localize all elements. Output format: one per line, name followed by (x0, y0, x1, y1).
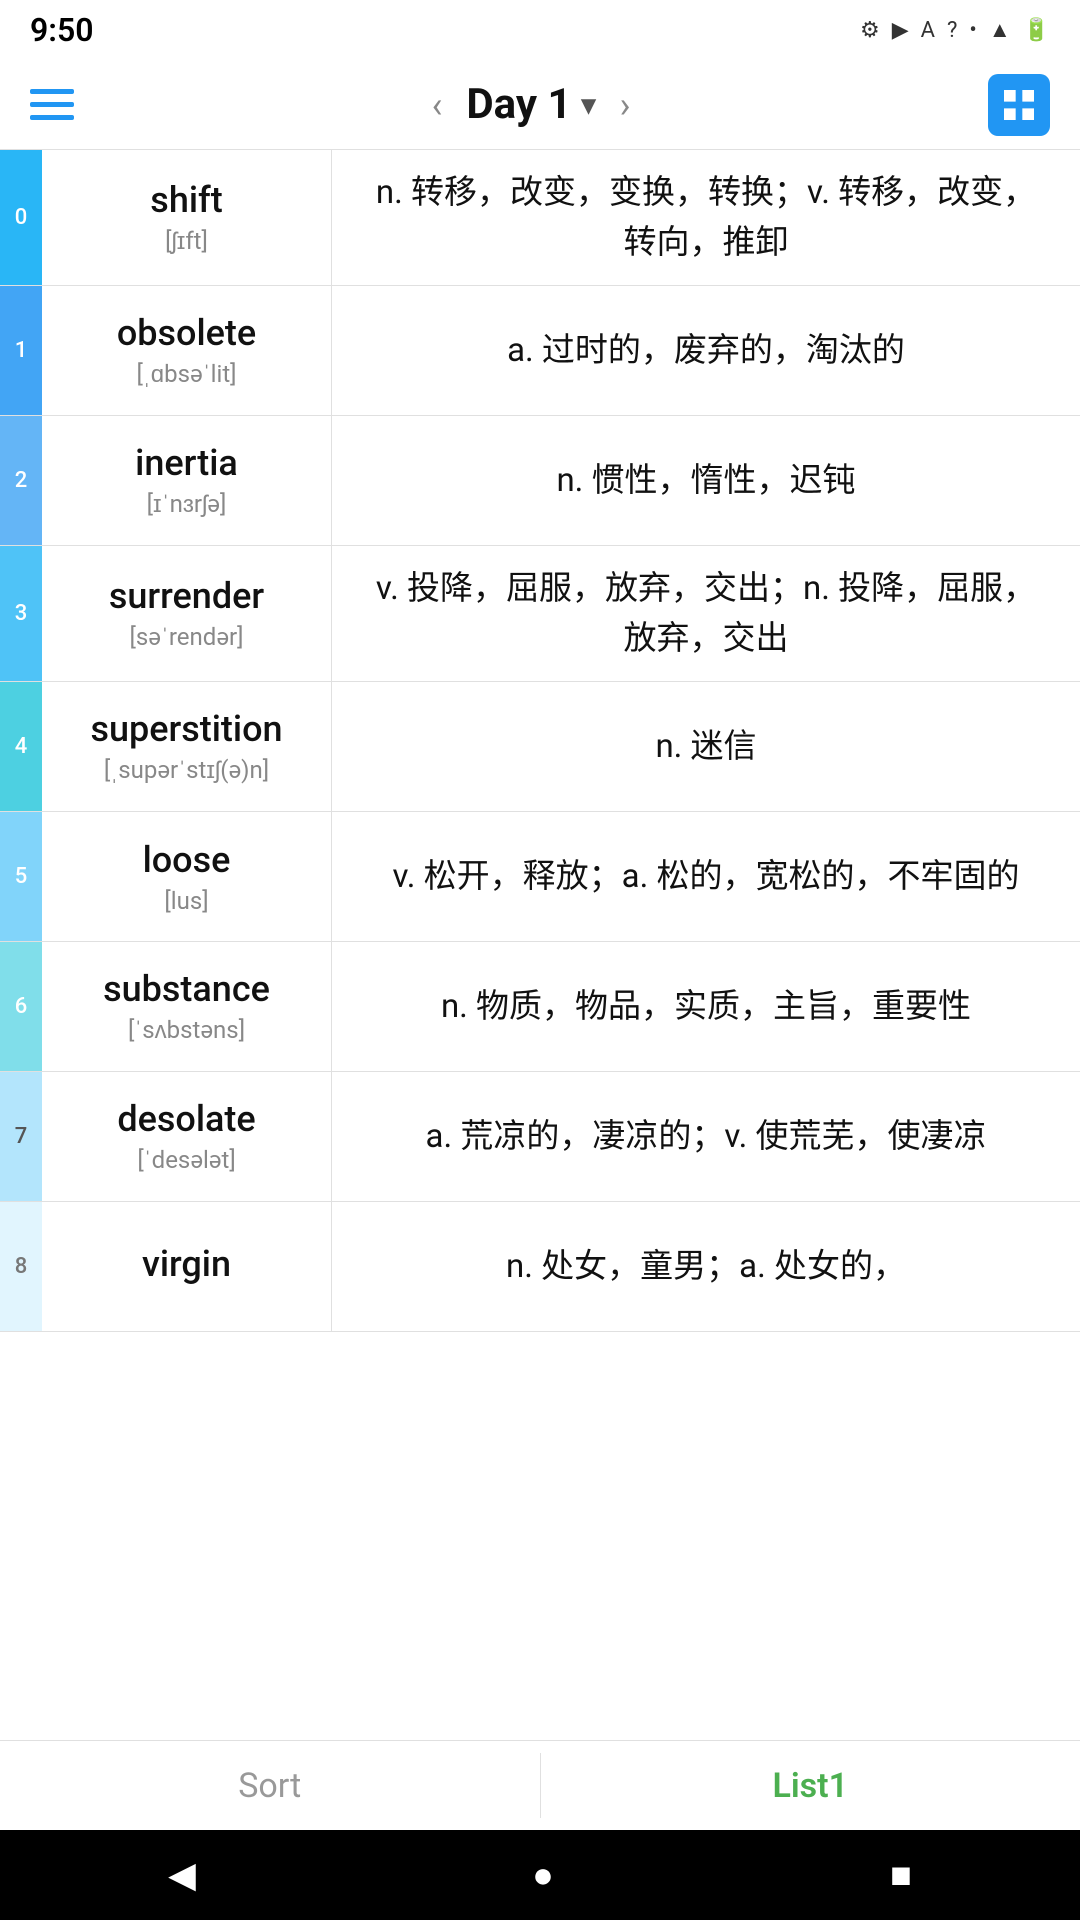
word-definition: n. 迷信 (332, 682, 1080, 811)
menu-line-2 (30, 102, 74, 107)
android-back-button[interactable]: ◀ (168, 1854, 196, 1896)
word-cell: loose [lus] (42, 812, 332, 941)
word-english: virgin (142, 1243, 231, 1285)
word-definition: v. 松开，释放；a. 松的，宽松的，不牢固的 (332, 812, 1080, 941)
word-cell: substance [ˈsʌbstəns] (42, 942, 332, 1071)
battery-icon: 🔋 (1023, 18, 1050, 43)
word-definition: n. 转移，改变，变换，转换；v. 转移，改变，转向，推卸 (332, 150, 1080, 285)
word-index: 5 (0, 812, 42, 941)
word-cell: desolate [ˈdesələt] (42, 1072, 332, 1201)
word-row[interactable]: 7 desolate [ˈdesələt] a. 荒凉的，凄凉的；v. 使荒芜，使凄凉 (0, 1072, 1080, 1202)
menu-button[interactable] (30, 89, 74, 120)
word-index: 6 (0, 942, 42, 1071)
word-definition: a. 荒凉的，凄凉的；v. 使荒芜，使凄凉 (332, 1072, 1080, 1201)
word-index: 4 (0, 682, 42, 811)
signal-icon: ▲ (989, 17, 1011, 43)
word-index: 8 (0, 1202, 42, 1331)
help-icon: ? (947, 18, 957, 43)
status-time: 9:50 (30, 11, 94, 49)
word-english: obsolete (117, 312, 256, 354)
android-recents-button[interactable]: ■ (890, 1854, 912, 1896)
word-phonetic: [ˈsʌbstəns] (128, 1016, 245, 1045)
word-phonetic: [səˈrendər] (130, 623, 244, 652)
list1-tab[interactable]: List1 (541, 1741, 1080, 1830)
word-english: superstition (90, 708, 282, 750)
word-row[interactable]: 4 superstition [ˌsupərˈstɪʃ(ə)n] n. 迷信 (0, 682, 1080, 812)
word-phonetic: [ˈdesələt] (137, 1146, 235, 1175)
navbar: ‹ Day 1 ▾ › (0, 60, 1080, 150)
word-list: 0 shift [ʃɪft] n. 转移，改变，变换，转换；v. 转移，改变，转向，推… (0, 150, 1080, 1332)
status-bar: 9:50 ⚙ ▶ A ? • ▲ 🔋 (0, 0, 1080, 60)
play-icon: ▶ (892, 18, 909, 43)
dot-icon: • (969, 18, 976, 43)
word-english: loose (143, 839, 231, 881)
grid-view-button[interactable] (988, 74, 1050, 136)
bottom-tabs: Sort List1 (0, 1740, 1080, 1830)
word-index: 7 (0, 1072, 42, 1201)
word-cell: inertia [ɪˈnɜrʃə] (42, 416, 332, 545)
word-definition: a. 过时的，废弃的，淘汰的 (332, 286, 1080, 415)
word-phonetic: [ˌsupərˈstɪʃ(ə)n] (104, 756, 269, 785)
word-definition: v. 投降，屈服，放弃，交出；n. 投降，屈服，放弃，交出 (332, 546, 1080, 681)
status-icons: ⚙ ▶ A ? • ▲ 🔋 (860, 17, 1050, 43)
prev-button[interactable]: ‹ (422, 84, 453, 126)
word-cell: surrender [səˈrendər] (42, 546, 332, 681)
sort-tab-label: Sort (238, 1766, 301, 1806)
settings-icon: ⚙ (860, 18, 880, 43)
word-english: substance (103, 968, 270, 1010)
android-home-button[interactable]: ● (532, 1854, 554, 1896)
word-definition: n. 处女，童男；a. 处女的， (332, 1202, 1080, 1331)
word-row[interactable]: 1 obsolete [ˌɑbsəˈlit] a. 过时的，废弃的，淘汰的 (0, 286, 1080, 416)
word-row[interactable]: 3 surrender [səˈrendər] v. 投降，屈服，放弃，交出；n. 投… (0, 546, 1080, 682)
word-phonetic: [ɪˈnɜrʃə] (147, 490, 227, 519)
word-english: shift (150, 179, 222, 221)
word-index: 2 (0, 416, 42, 545)
word-english: desolate (117, 1098, 255, 1140)
android-navbar: ◀ ● ■ (0, 1830, 1080, 1920)
word-row[interactable]: 5 loose [lus] v. 松开，释放；a. 松的，宽松的，不牢固的 (0, 812, 1080, 942)
word-english: inertia (135, 442, 238, 484)
word-row[interactable]: 8 virgin n. 处女，童男；a. 处女的， (0, 1202, 1080, 1332)
word-cell: virgin (42, 1202, 332, 1331)
word-index: 3 (0, 546, 42, 681)
font-icon: A (921, 18, 935, 43)
word-cell: superstition [ˌsupərˈstɪʃ(ə)n] (42, 682, 332, 811)
next-button[interactable]: › (610, 84, 641, 126)
word-phonetic: [ˌɑbsəˈlit] (136, 360, 236, 389)
word-english: surrender (109, 575, 264, 617)
nav-title[interactable]: Day 1 ▾ (466, 80, 595, 129)
word-phonetic: [lus] (164, 887, 208, 915)
word-index: 0 (0, 150, 42, 285)
word-definition: n. 物质，物品，实质，主旨，重要性 (332, 942, 1080, 1071)
sort-tab[interactable]: Sort (0, 1741, 540, 1830)
grid-icon (999, 85, 1039, 125)
dropdown-chevron: ▾ (582, 88, 596, 121)
menu-line-3 (30, 115, 74, 120)
list1-tab-label: List1 (772, 1766, 848, 1806)
word-phonetic: [ʃɪft] (165, 227, 208, 256)
word-cell: obsolete [ˌɑbsəˈlit] (42, 286, 332, 415)
word-row[interactable]: 2 inertia [ɪˈnɜrʃə] n. 惯性，惰性，迟钝 (0, 416, 1080, 546)
word-cell: shift [ʃɪft] (42, 150, 332, 285)
day-label: Day 1 (466, 80, 571, 129)
word-row[interactable]: 0 shift [ʃɪft] n. 转移，改变，变换，转换；v. 转移，改变，转向，推… (0, 150, 1080, 286)
word-index: 1 (0, 286, 42, 415)
word-row[interactable]: 6 substance [ˈsʌbstəns] n. 物质，物品，实质，主旨，重要性 (0, 942, 1080, 1072)
nav-title-area: ‹ Day 1 ▾ › (422, 80, 641, 129)
word-definition: n. 惯性，惰性，迟钝 (332, 416, 1080, 545)
menu-line-1 (30, 89, 74, 94)
